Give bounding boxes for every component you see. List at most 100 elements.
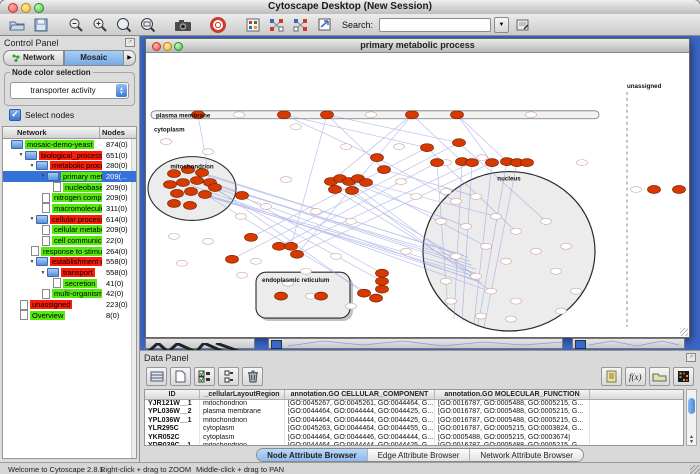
network-node[interactable] [185,188,198,196]
network-node[interactable] [531,248,542,254]
advanced-search-icon[interactable] [512,16,533,34]
window-resize-grip[interactable] [680,328,688,336]
network-node[interactable] [168,170,181,178]
table-scrollbar[interactable]: ▲▼ [686,389,697,446]
network-node[interactable] [631,187,642,193]
title-bar[interactable]: Cytoscape Desktop (New Session) [0,0,700,15]
table-row[interactable]: YJR121W__1mitochondrion[GO:0045267, GO:0… [145,400,683,408]
expand-arrow-icon[interactable]: ▼ [17,152,25,158]
network-node[interactable] [451,253,462,259]
network-node[interactable] [341,144,352,150]
expand-arrow-icon[interactable]: ▼ [39,270,47,276]
network-node[interactable] [301,268,312,274]
search-input[interactable] [379,18,491,32]
network-node[interactable] [203,149,214,155]
network-node[interactable] [376,285,389,293]
attribute-list-icon[interactable] [218,367,239,386]
network-view-window[interactable]: primary metabolic process plasma membran… [145,38,690,338]
network-node[interactable] [329,186,342,194]
network-node[interactable] [541,218,552,224]
node-color-dropdown[interactable]: transporter activity ▲▼ [10,82,129,99]
import-annotation-icon[interactable] [314,16,335,34]
annotation-icon[interactable] [601,367,622,386]
layout-blue-icon[interactable] [266,16,287,34]
network-node[interactable] [446,298,457,304]
network-node[interactable] [431,159,444,167]
network-node[interactable] [184,201,197,209]
network-node[interactable] [521,159,534,167]
scrollbar-arrows-icon[interactable]: ▲▼ [687,435,696,445]
network-node[interactable] [191,177,204,185]
table-row[interactable]: YPL036W__2plasma membrane[GO:0044464, GO… [145,408,683,416]
network-node[interactable] [177,260,188,266]
network-node[interactable] [346,218,357,224]
tree-row[interactable]: mosaic-demo-yeast874(0) [3,139,136,150]
float-panel-icon[interactable]: ↗ [125,38,135,47]
resize-grip[interactable] [690,465,700,474]
tree-row[interactable]: Overview8(0) [3,310,136,321]
network-node[interactable] [461,223,472,229]
network-node[interactable] [358,289,371,297]
float-panel-icon[interactable]: ↗ [686,353,696,362]
open-file-icon[interactable] [6,16,27,34]
network-node[interactable] [311,208,322,214]
network-node[interactable] [648,186,661,194]
network-node[interactable] [161,139,172,145]
tab-scroll-right-icon[interactable]: ▶ [124,50,136,66]
network-node[interactable] [376,277,389,285]
tab-network-attribute-browser[interactable]: Network Attribute Browser [469,449,582,461]
tab-edge-attribute-browser[interactable]: Edge Attribute Browser [367,449,470,461]
zoom-out-icon[interactable] [65,16,86,34]
tree-row[interactable]: nitrogen compo209(0) [3,192,136,203]
network-node[interactable] [501,258,512,264]
tree-row[interactable]: secretion41(0) [3,278,136,289]
select-nodes-checkbox[interactable]: ✓ [9,109,21,121]
network-node[interactable] [526,112,537,118]
tree-row[interactable]: nucleobase-209(0) [3,182,136,193]
network-node[interactable] [315,292,328,300]
zoom-fit-icon[interactable] [113,16,134,34]
tab-network[interactable]: Network [3,50,64,66]
network-node[interactable] [441,189,452,195]
network-node[interactable] [394,144,405,150]
network-node[interactable] [406,111,419,119]
formula-icon[interactable]: f(x) [625,367,646,386]
network-node[interactable] [169,233,180,239]
network-node[interactable] [261,203,272,209]
network-node[interactable] [486,159,499,167]
network-node[interactable] [291,124,302,130]
layout-red-icon[interactable] [290,16,311,34]
network-node[interactable] [370,294,383,302]
background-window[interactable] [145,338,255,349]
network-node[interactable] [360,179,373,187]
network-node[interactable] [673,186,686,194]
network-node[interactable] [491,213,502,219]
network-node[interactable] [453,139,466,147]
scrollbar-thumb[interactable] [688,398,695,414]
column-header[interactable]: annotation.GO MOLECULAR_FUNCTION [435,390,590,399]
network-node[interactable] [401,248,412,254]
network-node[interactable] [199,191,212,199]
delete-attribute-icon[interactable] [242,367,263,386]
network-node[interactable] [203,238,214,244]
network-node[interactable] [421,144,434,152]
network-overview-icon[interactable] [242,16,263,34]
tree-row[interactable]: cellular metabo209(0) [3,225,136,236]
network-node[interactable] [451,198,462,204]
background-window[interactable] [572,338,685,349]
table-row[interactable]: YPL036W__1mitochondrion[GO:0044464, GO:0… [145,417,683,425]
tree-row[interactable]: ▼cellular process614(0) [3,214,136,225]
zoom-selected-icon[interactable] [137,16,158,34]
network-node[interactable] [273,242,286,250]
network-node[interactable] [177,179,190,187]
expand-arrow-icon[interactable]: ▼ [28,259,36,265]
network-node[interactable] [209,184,222,192]
network-node[interactable] [234,112,245,118]
tree-row[interactable]: ▼metabolic process280(0) [3,160,136,171]
network-node[interactable] [471,273,482,279]
network-node[interactable] [511,228,522,234]
tree-col-nodes[interactable]: Nodes [99,127,136,138]
column-header[interactable]: annotation.GO CELLULAR_COMPONENT [285,390,435,399]
network-node[interactable] [506,316,517,322]
help-icon[interactable] [207,16,228,34]
